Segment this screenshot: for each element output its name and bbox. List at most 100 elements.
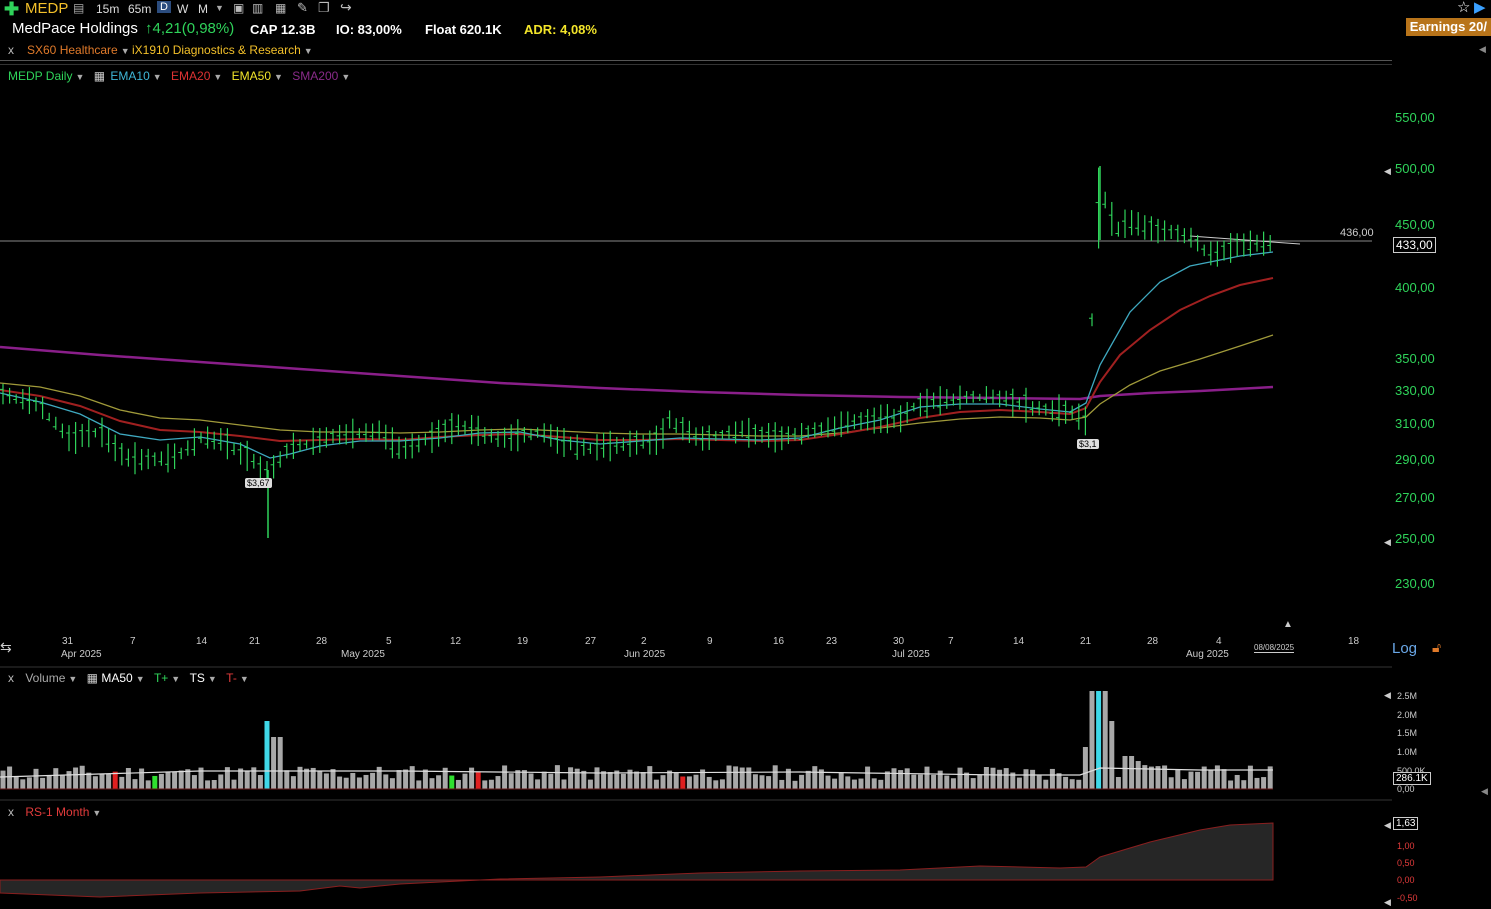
volume-bar bbox=[931, 774, 937, 789]
x-axis-day: 28 bbox=[1147, 636, 1159, 647]
volume-bar bbox=[297, 766, 303, 789]
volume-bar bbox=[766, 776, 772, 789]
collapse-icon[interactable]: ◀ bbox=[1479, 44, 1486, 55]
current-date-marker: 08/08/2025 bbox=[1254, 643, 1295, 653]
chevron-down-icon: ▼ bbox=[68, 674, 78, 684]
volume-axis-tick: 0,00 bbox=[1397, 784, 1415, 794]
scroll-left-icon[interactable]: ◀ bbox=[1384, 820, 1391, 831]
grid-icon[interactable]: ▦ bbox=[87, 671, 98, 685]
volume-bar bbox=[733, 766, 739, 789]
volume-bar bbox=[475, 771, 481, 789]
rs-axis-tick: 0,50 bbox=[1397, 858, 1415, 868]
volume-bar bbox=[528, 773, 534, 789]
volume-pane-header: x Volume ▼ ▦ MA50 ▼ T+ ▼ TS ▼ T- ▼ bbox=[8, 671, 249, 685]
volume-ma50-label: MA50 bbox=[101, 671, 133, 685]
t-plus-toggle[interactable]: T+ ▼ bbox=[154, 671, 180, 685]
chevron-down-icon: ▼ bbox=[92, 808, 102, 818]
rs-area bbox=[0, 822, 1274, 898]
volume-bar bbox=[20, 779, 26, 789]
volume-bar bbox=[924, 766, 930, 789]
log-scale-toggle[interactable]: Log bbox=[1392, 640, 1417, 657]
volume-bar bbox=[46, 775, 52, 789]
volume-bar bbox=[330, 769, 336, 789]
volume-bar bbox=[587, 779, 593, 789]
close-volume-pane-button[interactable]: x bbox=[8, 671, 14, 685]
volume-bar bbox=[231, 779, 237, 789]
ema50-line bbox=[0, 334, 1274, 437]
volume-bar bbox=[383, 774, 389, 789]
x-axis-day: 5 bbox=[386, 636, 392, 647]
scroll-left-icon[interactable]: ◀ bbox=[1384, 897, 1391, 908]
rs-axis-tick: 0,00 bbox=[1397, 875, 1415, 885]
volume-bar bbox=[1221, 769, 1227, 789]
volume-bar bbox=[152, 775, 158, 789]
volume-bar bbox=[620, 773, 626, 789]
volume-bar bbox=[1089, 691, 1095, 789]
volume-bar bbox=[422, 769, 428, 789]
volume-bar bbox=[1043, 779, 1049, 789]
volume-bar bbox=[1135, 761, 1141, 789]
price-axis-tick: 310,00 bbox=[1395, 416, 1435, 431]
collapse-icon[interactable]: ◀ bbox=[1481, 786, 1488, 797]
volume-bar bbox=[172, 771, 178, 789]
sma200-line bbox=[0, 345, 1274, 401]
scroll-up-icon[interactable]: ▲ bbox=[1283, 619, 1293, 630]
volume-bar bbox=[40, 777, 46, 789]
volume-bar bbox=[554, 765, 560, 789]
volume-bar bbox=[739, 767, 745, 789]
trendline[interactable] bbox=[1189, 235, 1301, 245]
rs-pane-header: x RS-1 Month ▼ bbox=[8, 805, 101, 819]
rs-title-label: RS-1 Month bbox=[25, 805, 90, 819]
volume-bar bbox=[1023, 769, 1029, 789]
volume-bar bbox=[53, 768, 59, 789]
volume-bar bbox=[1129, 756, 1135, 789]
volume-bar bbox=[482, 780, 488, 789]
close-rs-pane-button[interactable]: x bbox=[8, 805, 14, 819]
unlock-icon[interactable]: 🔓︎ bbox=[1432, 639, 1441, 656]
volume-bar bbox=[772, 765, 778, 789]
volume-bar bbox=[997, 769, 1003, 789]
price-axis-tick: 250,00 bbox=[1395, 531, 1435, 546]
volume-bar bbox=[277, 737, 283, 789]
volume-bar bbox=[541, 771, 547, 789]
t-minus-toggle[interactable]: T- ▼ bbox=[226, 671, 249, 685]
volume-bar bbox=[1208, 769, 1214, 789]
ts-label: TS bbox=[189, 671, 205, 685]
volume-bar bbox=[838, 772, 844, 789]
volume-bar bbox=[356, 777, 362, 789]
volume-bar bbox=[257, 775, 263, 789]
volume-bar bbox=[1115, 777, 1121, 789]
volume-ma50[interactable]: MA50 ▼ bbox=[101, 671, 144, 685]
scroll-left-icon[interactable]: ◀ bbox=[1384, 537, 1391, 548]
volume-bar bbox=[1003, 768, 1009, 789]
earnings-marker[interactable]: $3,67 bbox=[245, 478, 272, 488]
volume-bar bbox=[145, 780, 151, 789]
price-chart-canvas[interactable] bbox=[0, 0, 1491, 909]
volume-bar bbox=[515, 770, 521, 789]
volume-bar bbox=[845, 776, 851, 789]
volume-bar bbox=[185, 769, 191, 789]
volume-bar bbox=[495, 776, 501, 789]
earnings-marker[interactable]: $3,1 bbox=[1077, 439, 1099, 449]
volume-bar bbox=[1069, 779, 1075, 789]
rs-title[interactable]: RS-1 Month ▼ bbox=[25, 805, 101, 819]
scroll-left-icon[interactable]: ◀ bbox=[1384, 166, 1391, 177]
volume-axis-tick: 1.0M bbox=[1397, 747, 1418, 757]
current-rs-label: 1,63 bbox=[1393, 817, 1419, 830]
volume-bar bbox=[178, 770, 184, 789]
volume-title[interactable]: Volume ▼ bbox=[25, 671, 77, 685]
volume-bar bbox=[389, 778, 395, 789]
volume-bar bbox=[66, 771, 72, 789]
ts-toggle[interactable]: TS ▼ bbox=[190, 671, 217, 685]
volume-bar bbox=[396, 770, 402, 789]
price-axis-tick: 330,00 bbox=[1395, 383, 1435, 398]
current-volume-label: 286.1K bbox=[1393, 772, 1431, 785]
scroll-left-icon[interactable]: ◀ bbox=[1384, 690, 1391, 701]
volume-bar bbox=[416, 780, 422, 789]
volume-bar bbox=[86, 772, 92, 789]
crosshair-icon[interactable]: ⇆ bbox=[0, 639, 12, 656]
volume-bar bbox=[957, 767, 963, 789]
volume-bar bbox=[865, 766, 871, 789]
volume-bar bbox=[568, 767, 574, 789]
volume-bar bbox=[561, 779, 567, 789]
